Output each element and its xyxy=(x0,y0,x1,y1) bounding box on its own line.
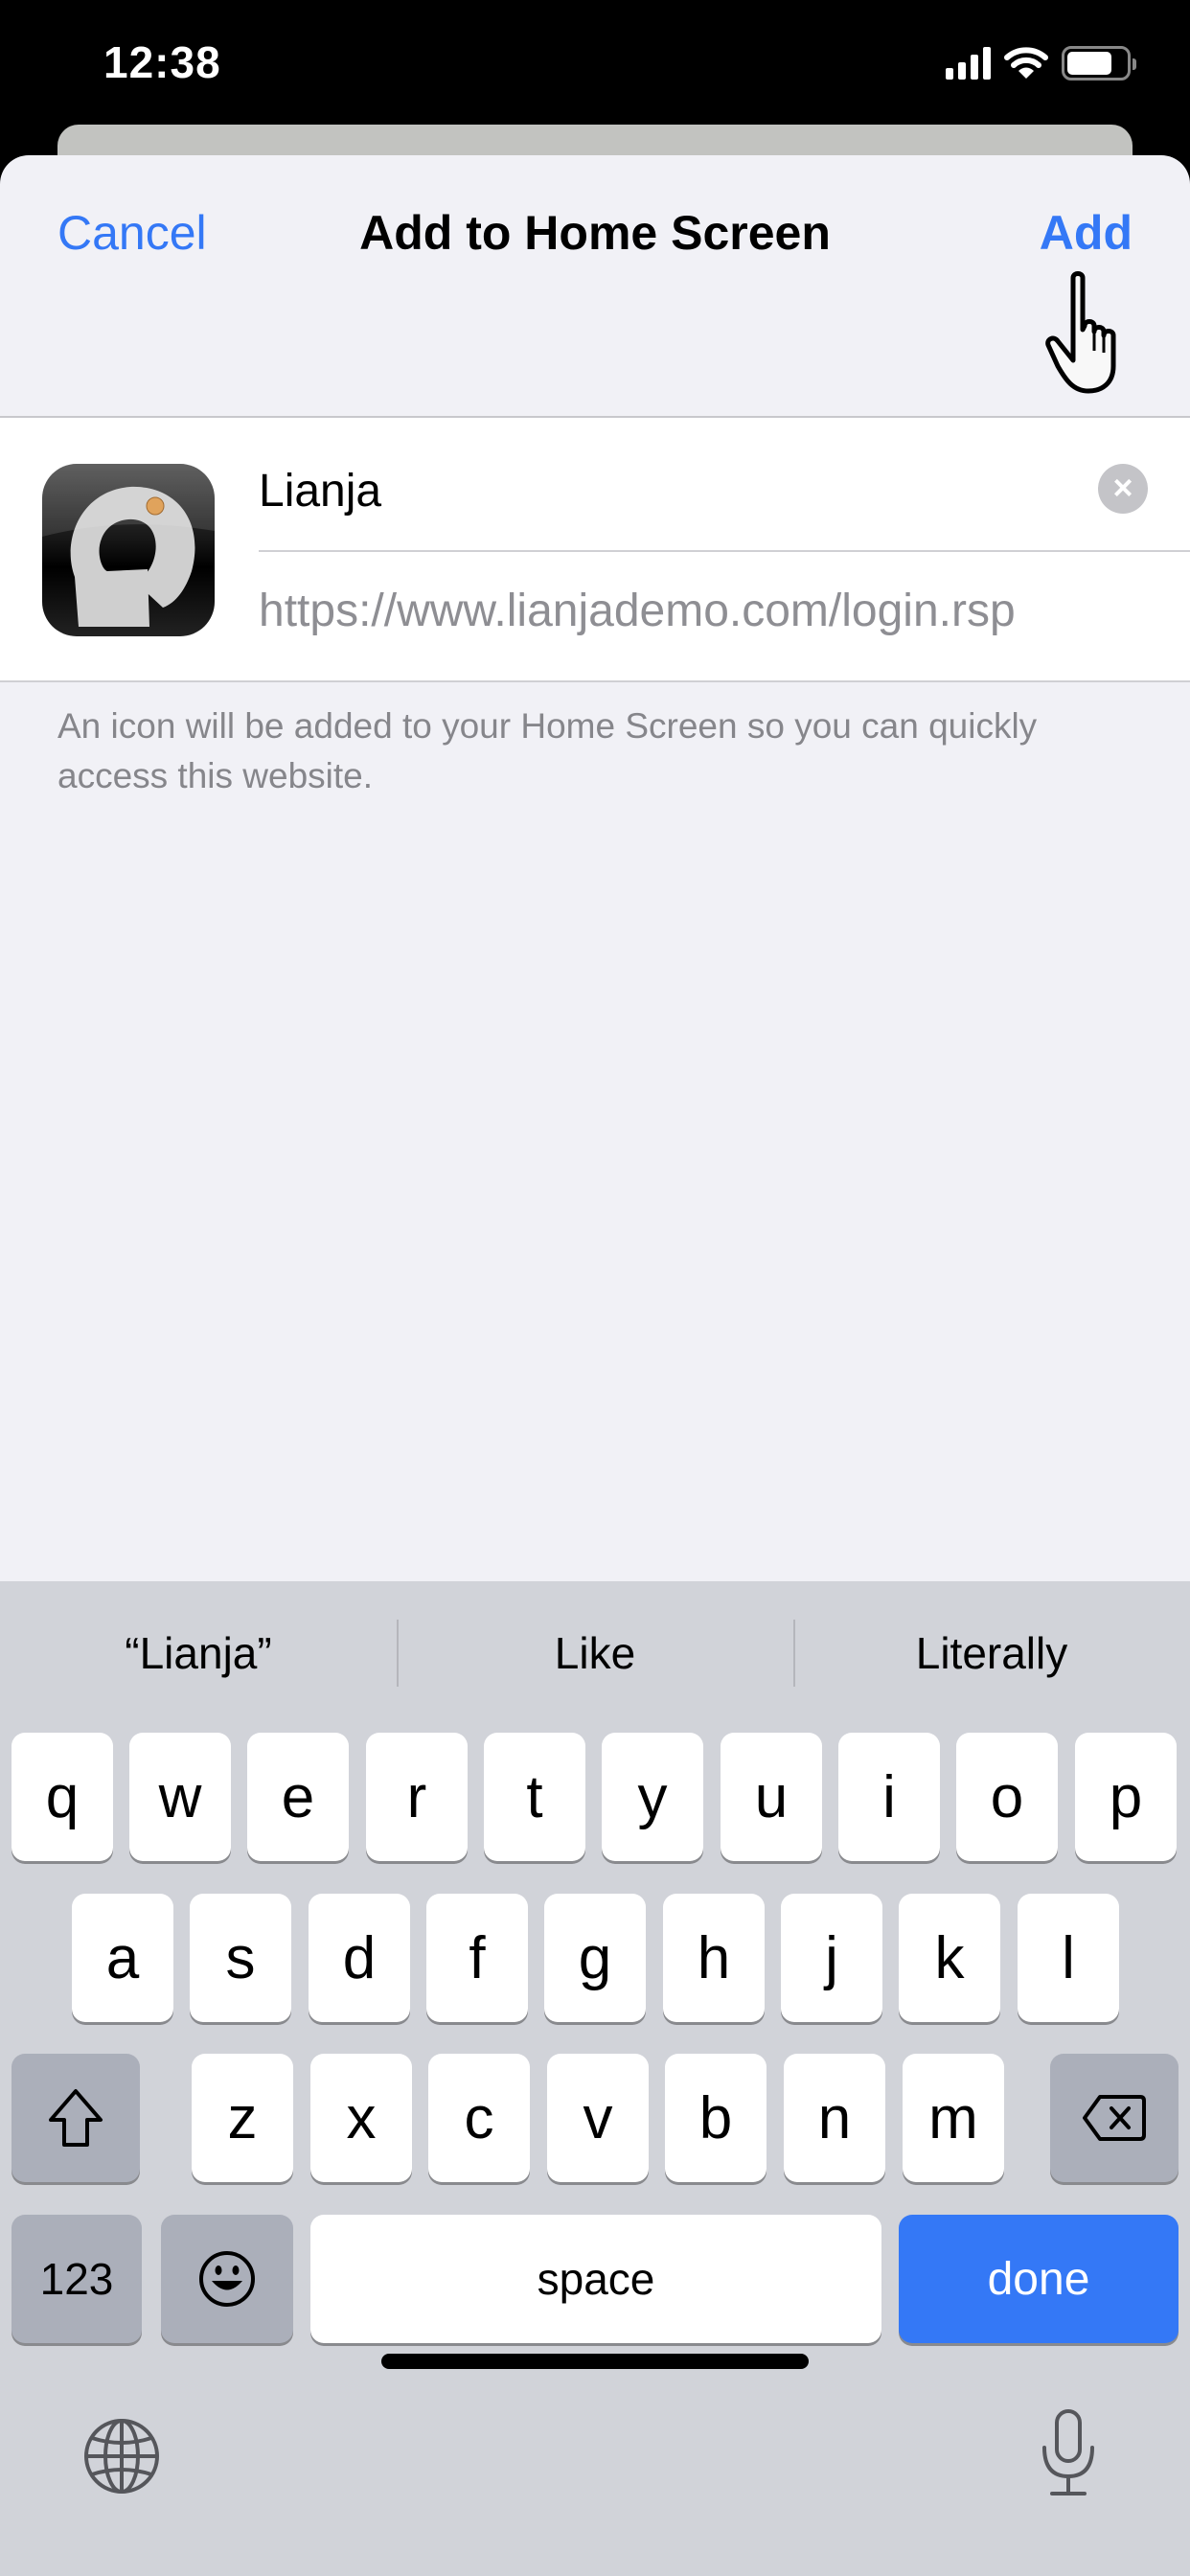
key-p[interactable]: p xyxy=(1075,1733,1177,1861)
key-s[interactable]: s xyxy=(190,1894,291,2022)
key-h[interactable]: h xyxy=(663,1894,765,2022)
space-key[interactable]: space xyxy=(310,2215,881,2343)
cellular-signal-icon xyxy=(946,47,991,80)
key-e[interactable]: e xyxy=(247,1733,349,1861)
globe-icon[interactable] xyxy=(80,2415,163,2497)
wifi-icon xyxy=(1004,47,1048,79)
key-q[interactable]: q xyxy=(11,1733,113,1861)
battery-icon xyxy=(1062,46,1136,80)
key-o[interactable]: o xyxy=(956,1733,1058,1861)
microphone-icon[interactable] xyxy=(1035,2407,1102,2499)
field-divider xyxy=(259,550,1190,552)
key-g[interactable]: g xyxy=(544,1894,646,2022)
key-d[interactable]: d xyxy=(309,1894,410,2022)
bookmark-name-input[interactable] xyxy=(259,452,1083,529)
status-time: 12:38 xyxy=(103,37,221,87)
key-f[interactable]: f xyxy=(426,1894,528,2022)
suggestion-bar: “Lianja” Like Literally xyxy=(0,1610,1190,1696)
key-x[interactable]: x xyxy=(310,2054,412,2182)
key-m[interactable]: m xyxy=(903,2054,1004,2182)
url-label: https://www.lianjademo.com/login.rsp xyxy=(259,586,1016,636)
key-u[interactable]: u xyxy=(721,1733,822,1861)
shift-key[interactable] xyxy=(11,2054,140,2182)
key-j[interactable]: j xyxy=(781,1894,882,2022)
nav-bar: Cancel Add to Home Screen Add xyxy=(0,155,1190,418)
add-button[interactable]: Add xyxy=(1040,205,1133,261)
suggestion-item[interactable]: Literally xyxy=(793,1610,1190,1696)
key-z[interactable]: z xyxy=(192,2054,293,2182)
numbers-key[interactable]: 123 xyxy=(11,2215,142,2343)
page-title: Add to Home Screen xyxy=(359,206,831,260)
key-y[interactable]: y xyxy=(602,1733,703,1861)
key-a[interactable]: a xyxy=(72,1894,173,2022)
hand-pointer-cursor-icon xyxy=(1045,271,1116,394)
footnote-text: An icon will be added to your Home Scree… xyxy=(57,706,1038,795)
key-b[interactable]: b xyxy=(665,2054,767,2182)
key-l[interactable]: l xyxy=(1018,1894,1119,2022)
clear-text-icon[interactable]: × xyxy=(1098,464,1148,514)
delete-key[interactable] xyxy=(1050,2054,1179,2182)
key-i[interactable]: i xyxy=(838,1733,940,1861)
home-indicator[interactable] xyxy=(381,2354,809,2369)
status-icons xyxy=(946,46,1136,80)
key-k[interactable]: k xyxy=(899,1894,1000,2022)
bookmark-form: × https://www.lianjademo.com/login.rsp xyxy=(0,418,1190,682)
suggestion-item[interactable]: Like xyxy=(397,1610,793,1696)
lianja-app-icon xyxy=(42,464,215,636)
keyboard: “Lianja” Like Literally q w e r t y u i … xyxy=(0,1581,1190,2576)
shift-icon xyxy=(49,2089,103,2147)
key-r[interactable]: r xyxy=(366,1733,468,1861)
key-w[interactable]: w xyxy=(129,1733,231,1861)
suggestion-item[interactable]: “Lianja” xyxy=(0,1610,397,1696)
key-n[interactable]: n xyxy=(784,2054,885,2182)
done-key[interactable]: done xyxy=(899,2215,1179,2343)
delete-backspace-icon xyxy=(1083,2095,1146,2141)
key-c[interactable]: c xyxy=(428,2054,530,2182)
key-t[interactable]: t xyxy=(484,1733,585,1861)
emoji-key[interactable] xyxy=(161,2215,293,2343)
emoji-icon xyxy=(199,2251,255,2307)
status-bar: 12:38 xyxy=(0,0,1190,125)
key-v[interactable]: v xyxy=(547,2054,649,2182)
